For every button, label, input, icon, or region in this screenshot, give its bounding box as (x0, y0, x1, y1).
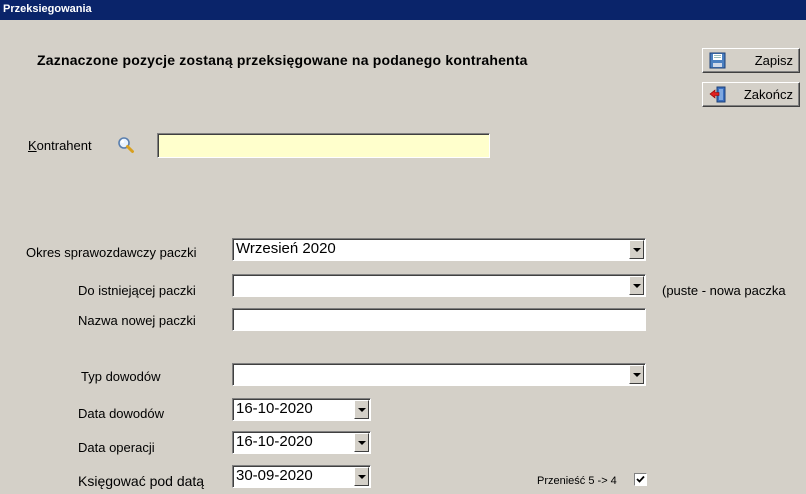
header-message: Zaznaczone pozycje zostaną przeksięgowan… (37, 52, 528, 68)
period-select-value: Wrzesień 2020 (236, 240, 336, 257)
chevron-down-icon (633, 373, 641, 377)
operation-date-dropdown-button[interactable] (354, 433, 369, 452)
period-label: Okres sprawozdawczy paczki (26, 245, 197, 260)
operation-date-label: Data operacji (78, 440, 155, 455)
contractor-label-accesskey: K (28, 138, 37, 153)
floppy-disk-icon (709, 52, 726, 69)
chevron-down-icon (358, 408, 366, 412)
contractor-label: Kontrahent (28, 138, 92, 153)
period-dropdown-button[interactable] (629, 240, 644, 259)
chevron-down-icon (633, 284, 641, 288)
transfer-window: Przeksiegowania Zaznaczone pozycje zosta… (0, 0, 806, 494)
existing-package-dropdown-button[interactable] (629, 276, 644, 295)
document-date-label: Data dowodów (78, 406, 164, 421)
chevron-down-icon (358, 475, 366, 479)
existing-package-hint: (puste - nowa paczka (662, 283, 786, 298)
chevron-down-icon (633, 248, 641, 252)
posting-date-label: Księgować pod datą (78, 473, 205, 489)
window-title: Przeksiegowania (0, 0, 806, 20)
existing-package-label: Do istniejącej paczki (78, 283, 196, 298)
document-date-value: 16-10-2020 (236, 400, 313, 417)
existing-package-select[interactable] (232, 274, 646, 297)
move-checkbox[interactable] (634, 473, 647, 486)
move-checkbox-label: Przenieść 5 -> 4 (537, 475, 617, 487)
contractor-input[interactable] (157, 133, 490, 158)
checkmark-icon (636, 475, 645, 483)
new-package-name-input[interactable] (232, 308, 646, 331)
document-type-dropdown-button[interactable] (629, 365, 644, 384)
contractor-label-rest: ontrahent (36, 138, 92, 153)
document-date-dropdown-button[interactable] (354, 400, 369, 419)
save-button-label: Zapisz (754, 53, 793, 68)
operation-date-value: 16-10-2020 (236, 433, 313, 450)
magnifier-icon[interactable] (117, 136, 135, 154)
document-type-select[interactable] (232, 363, 646, 386)
posting-date-dropdown-button[interactable] (354, 467, 369, 486)
chevron-down-icon (358, 441, 366, 445)
posting-date-value: 30-09-2020 (236, 467, 313, 484)
operation-date-picker[interactable]: 16-10-2020 (232, 431, 371, 454)
document-type-label: Typ dowodów (81, 369, 161, 384)
save-button[interactable]: Zapisz (702, 48, 800, 73)
new-package-name-label: Nazwa nowej paczki (78, 313, 196, 328)
document-date-picker[interactable]: 16-10-2020 (232, 398, 371, 421)
exit-door-icon (709, 86, 726, 103)
close-button-label: Zakończ (743, 87, 793, 102)
posting-date-picker[interactable]: 30-09-2020 (232, 465, 371, 488)
period-select[interactable]: Wrzesień 2020 (232, 238, 646, 261)
close-button[interactable]: Zakończ (702, 82, 800, 107)
